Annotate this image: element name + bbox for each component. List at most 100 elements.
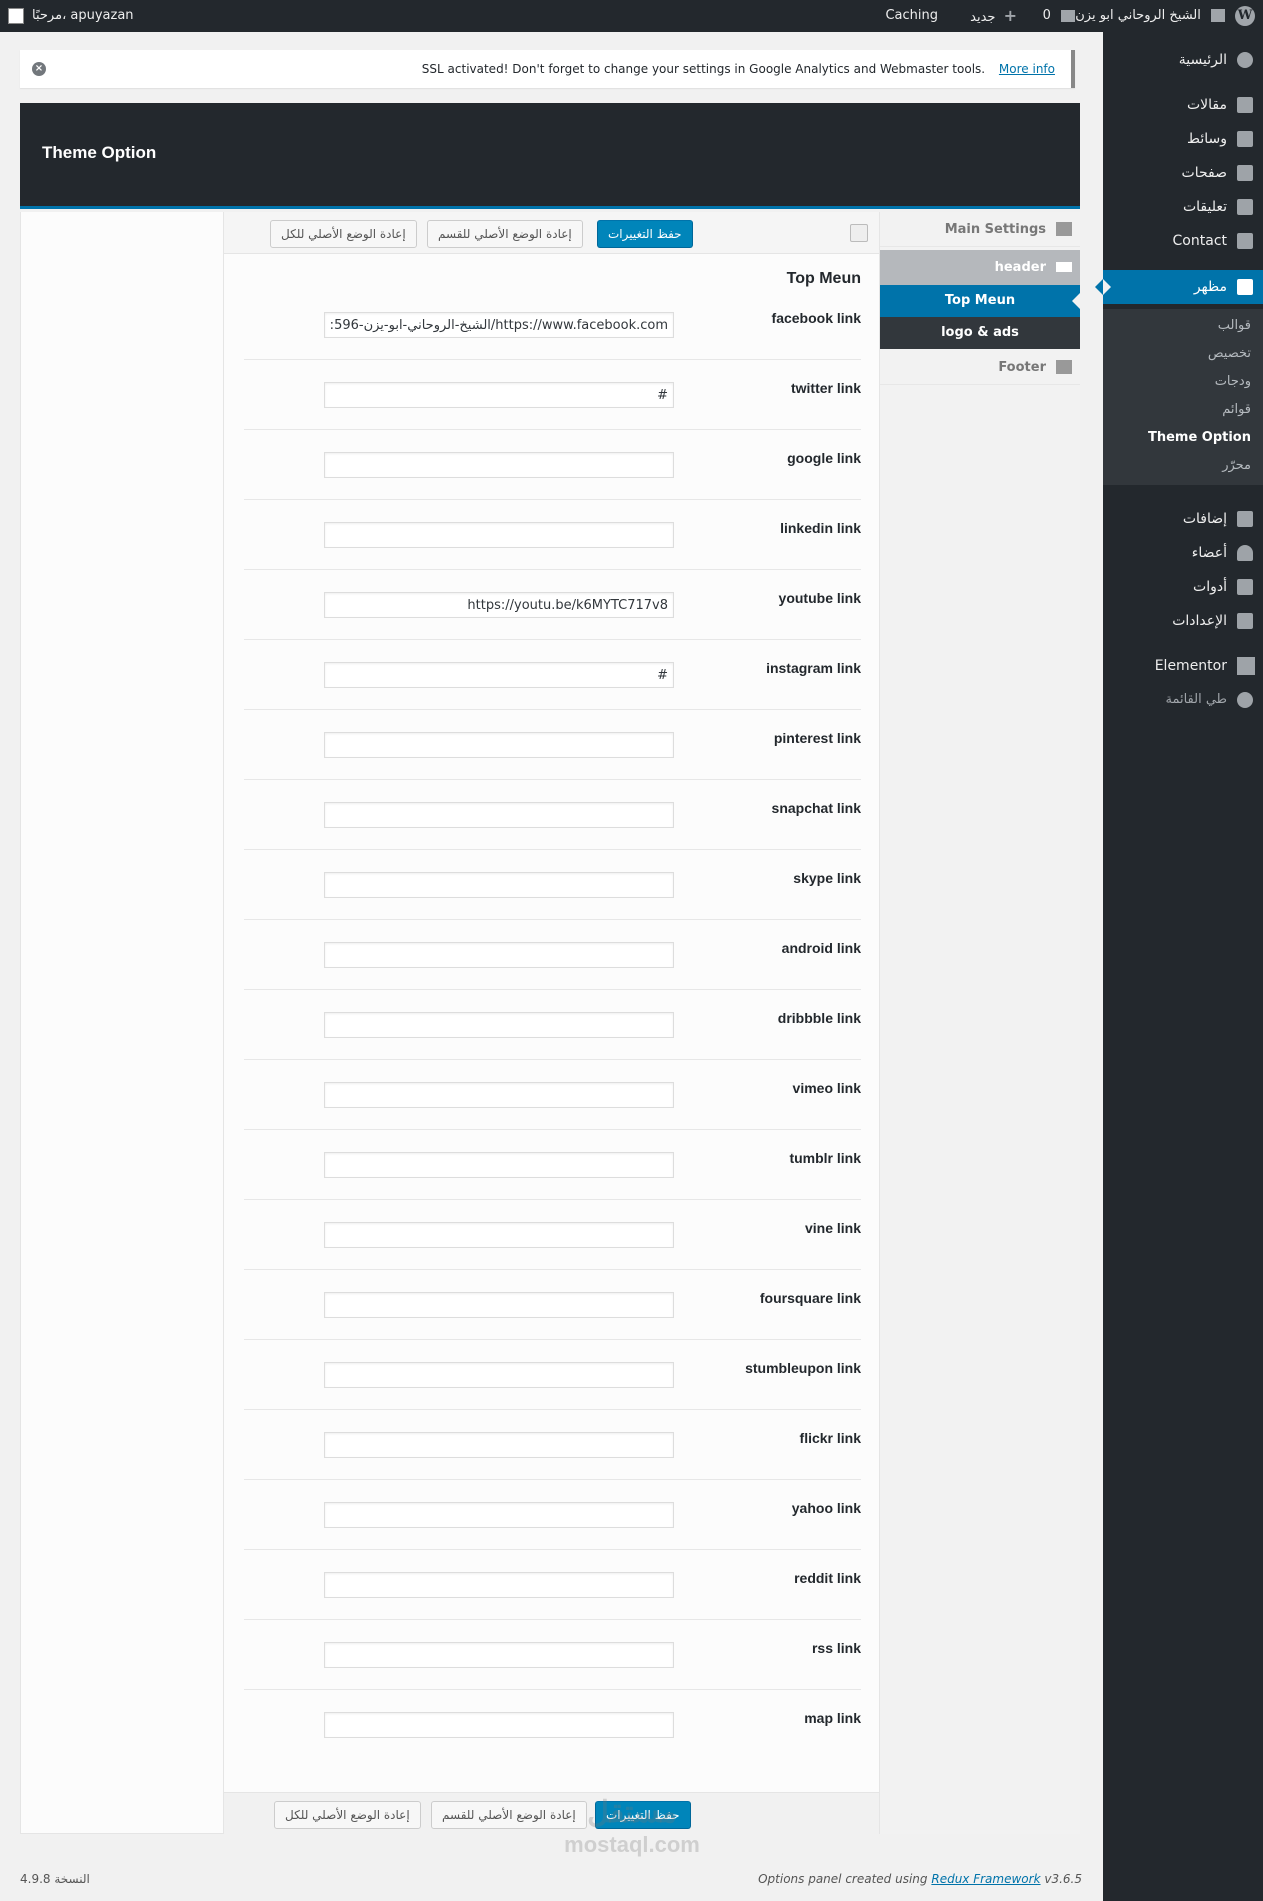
field-row: instagram link — [244, 640, 861, 710]
caching-link[interactable]: Caching — [885, 0, 938, 32]
watermark: مستقل mostaql.com — [552, 1795, 712, 1858]
menu-plugins[interactable]: إضافات — [1103, 502, 1263, 536]
map-link-input[interactable] — [324, 1712, 674, 1738]
nav-main-settings[interactable]: Main Settings — [880, 212, 1080, 247]
site-name-link[interactable]: الشيخ الروحاني ابو يزن — [1075, 0, 1225, 32]
google-link-input[interactable] — [324, 452, 674, 478]
field-label: google link — [787, 450, 861, 466]
field-label: vimeo link — [792, 1080, 861, 1096]
youtube-link-input[interactable] — [324, 592, 674, 618]
menu-tools[interactable]: أدوات — [1103, 570, 1263, 604]
menu-appearance[interactable]: مظهر — [1095, 270, 1263, 304]
pinterest-link-input[interactable] — [324, 732, 674, 758]
menu-label: الإعدادات — [1172, 613, 1227, 629]
yahoo-link-input[interactable] — [324, 1502, 674, 1528]
field-label: dribbble link — [777, 1010, 861, 1026]
field-label: rss link — [811, 1640, 861, 1656]
nav-label: header — [994, 260, 1046, 275]
field-row: vimeo link — [244, 1060, 861, 1130]
snapchat-link-input[interactable] — [324, 802, 674, 828]
vimeo-link-input[interactable] — [324, 1082, 674, 1108]
submenu-theme-option[interactable]: Theme Option — [1148, 428, 1251, 448]
field-label: foursquare link — [759, 1290, 861, 1306]
menu-pages[interactable]: صفحات — [1103, 156, 1263, 190]
field-row: android link — [244, 920, 861, 990]
avatar[interactable] — [8, 8, 24, 24]
field-row: skype link — [244, 850, 861, 920]
more-info-link[interactable]: More info — [999, 62, 1055, 76]
submenu-editor[interactable]: محرّر — [1222, 456, 1251, 476]
nav-top-menu[interactable]: Top Meun — [880, 285, 1080, 317]
menu-label: تعليقات — [1182, 199, 1227, 215]
tumblr-link-input[interactable] — [324, 1152, 674, 1178]
nav-footer[interactable]: Footer — [880, 350, 1080, 385]
nav-label: Top Meun — [944, 293, 1016, 308]
flickr-link-input[interactable] — [324, 1432, 674, 1458]
menu-elementor[interactable]: Elementor — [1103, 649, 1263, 683]
field-row: twitter link — [244, 360, 861, 430]
collapse-menu-button[interactable]: طي القائمة — [1103, 683, 1263, 717]
redux-framework-link[interactable]: Redux Framework — [931, 1872, 1040, 1886]
submenu-widgets[interactable]: ودجات — [1215, 372, 1251, 392]
redux-sections-nav: Main Settings header Top Meun logo & ads… — [880, 212, 1080, 1834]
notice-message: SSL activated! Don't forget to change yo… — [422, 50, 1055, 88]
twitter-link-input[interactable] — [324, 382, 674, 408]
menu-posts[interactable]: مقالات — [1103, 88, 1263, 122]
save-button[interactable]: حفظ التغييرات — [597, 220, 693, 248]
expand-options-icon[interactable] — [850, 224, 868, 242]
pin-icon — [1237, 97, 1253, 113]
menu-label: Elementor — [1154, 658, 1227, 674]
watermark-latin: mostaql.com — [564, 1832, 700, 1857]
redux-container: إعادة الوضع الأصلي للكل إعادة الوضع الأص… — [20, 212, 1080, 1834]
field-row: foursquare link — [244, 1270, 861, 1340]
dismiss-icon[interactable]: × — [32, 62, 46, 76]
menu-media[interactable]: وسائط — [1103, 122, 1263, 156]
menu-contact[interactable]: Contact — [1103, 224, 1263, 258]
reset-all-button-bottom[interactable]: إعادة الوضع الأصلي للكل — [274, 1801, 421, 1829]
nav-logo-ads[interactable]: logo & ads — [880, 317, 1080, 349]
vine-link-input[interactable] — [324, 1222, 674, 1248]
reset-all-button[interactable]: إعادة الوضع الأصلي للكل — [270, 220, 417, 248]
settings-icon — [1237, 613, 1253, 629]
credit-prefix: Options panel created using — [758, 1872, 928, 1886]
field-label: android link — [781, 940, 861, 956]
submenu-menus[interactable]: قوائم — [1222, 400, 1251, 420]
android-link-input[interactable] — [324, 942, 674, 968]
new-content-link[interactable]: جديد + — [970, 0, 1017, 32]
mail-icon — [1237, 233, 1253, 249]
site-name-label: الشيخ الروحاني ابو يزن — [1075, 8, 1201, 23]
submenu-themes[interactable]: قوالب — [1218, 316, 1251, 336]
nav-label: Footer — [998, 360, 1046, 375]
facebook-link-input[interactable] — [324, 312, 674, 338]
menu-users[interactable]: أعضاء — [1103, 536, 1263, 570]
comments-icon — [1237, 199, 1253, 215]
field-row: reddit link — [244, 1550, 861, 1620]
home-icon — [1211, 9, 1225, 22]
dribbble-link-input[interactable] — [324, 1012, 674, 1038]
credit-version: v3.6.5 — [1044, 1872, 1082, 1886]
reddit-link-input[interactable] — [324, 1572, 674, 1598]
redux-toolbar-top: إعادة الوضع الأصلي للكل إعادة الوضع الأص… — [224, 212, 879, 254]
my-account-link[interactable]: مرحبًا، apuyazan — [32, 0, 134, 32]
field-row: map link — [244, 1690, 861, 1760]
menu-comments[interactable]: تعليقات — [1103, 190, 1263, 224]
instagram-link-input[interactable] — [324, 662, 674, 688]
menu-label: أدوات — [1193, 579, 1227, 595]
field-label: pinterest link — [773, 730, 861, 746]
skype-link-input[interactable] — [324, 872, 674, 898]
reset-section-button[interactable]: إعادة الوضع الأصلي للقسم — [427, 220, 583, 248]
elementor-icon — [1237, 657, 1255, 675]
wp-version: النسخة 4.9.8 — [20, 1872, 90, 1886]
submenu-customize[interactable]: تخصيص — [1208, 344, 1251, 364]
nav-header[interactable]: header — [880, 250, 1080, 285]
menu-label: وسائط — [1187, 131, 1227, 147]
foursquare-link-input[interactable] — [324, 1292, 674, 1318]
menu-settings[interactable]: الإعدادات — [1103, 604, 1263, 638]
wordpress-logo-icon[interactable]: W — [1235, 6, 1255, 26]
menu-dashboard[interactable]: الرئيسية — [1103, 43, 1263, 77]
stumbleupon-link-input[interactable] — [324, 1362, 674, 1388]
linkedin-link-input[interactable] — [324, 522, 674, 548]
header-icon — [1056, 262, 1072, 272]
comments-link[interactable]: 0 — [1043, 0, 1075, 32]
rss-link-input[interactable] — [324, 1642, 674, 1668]
